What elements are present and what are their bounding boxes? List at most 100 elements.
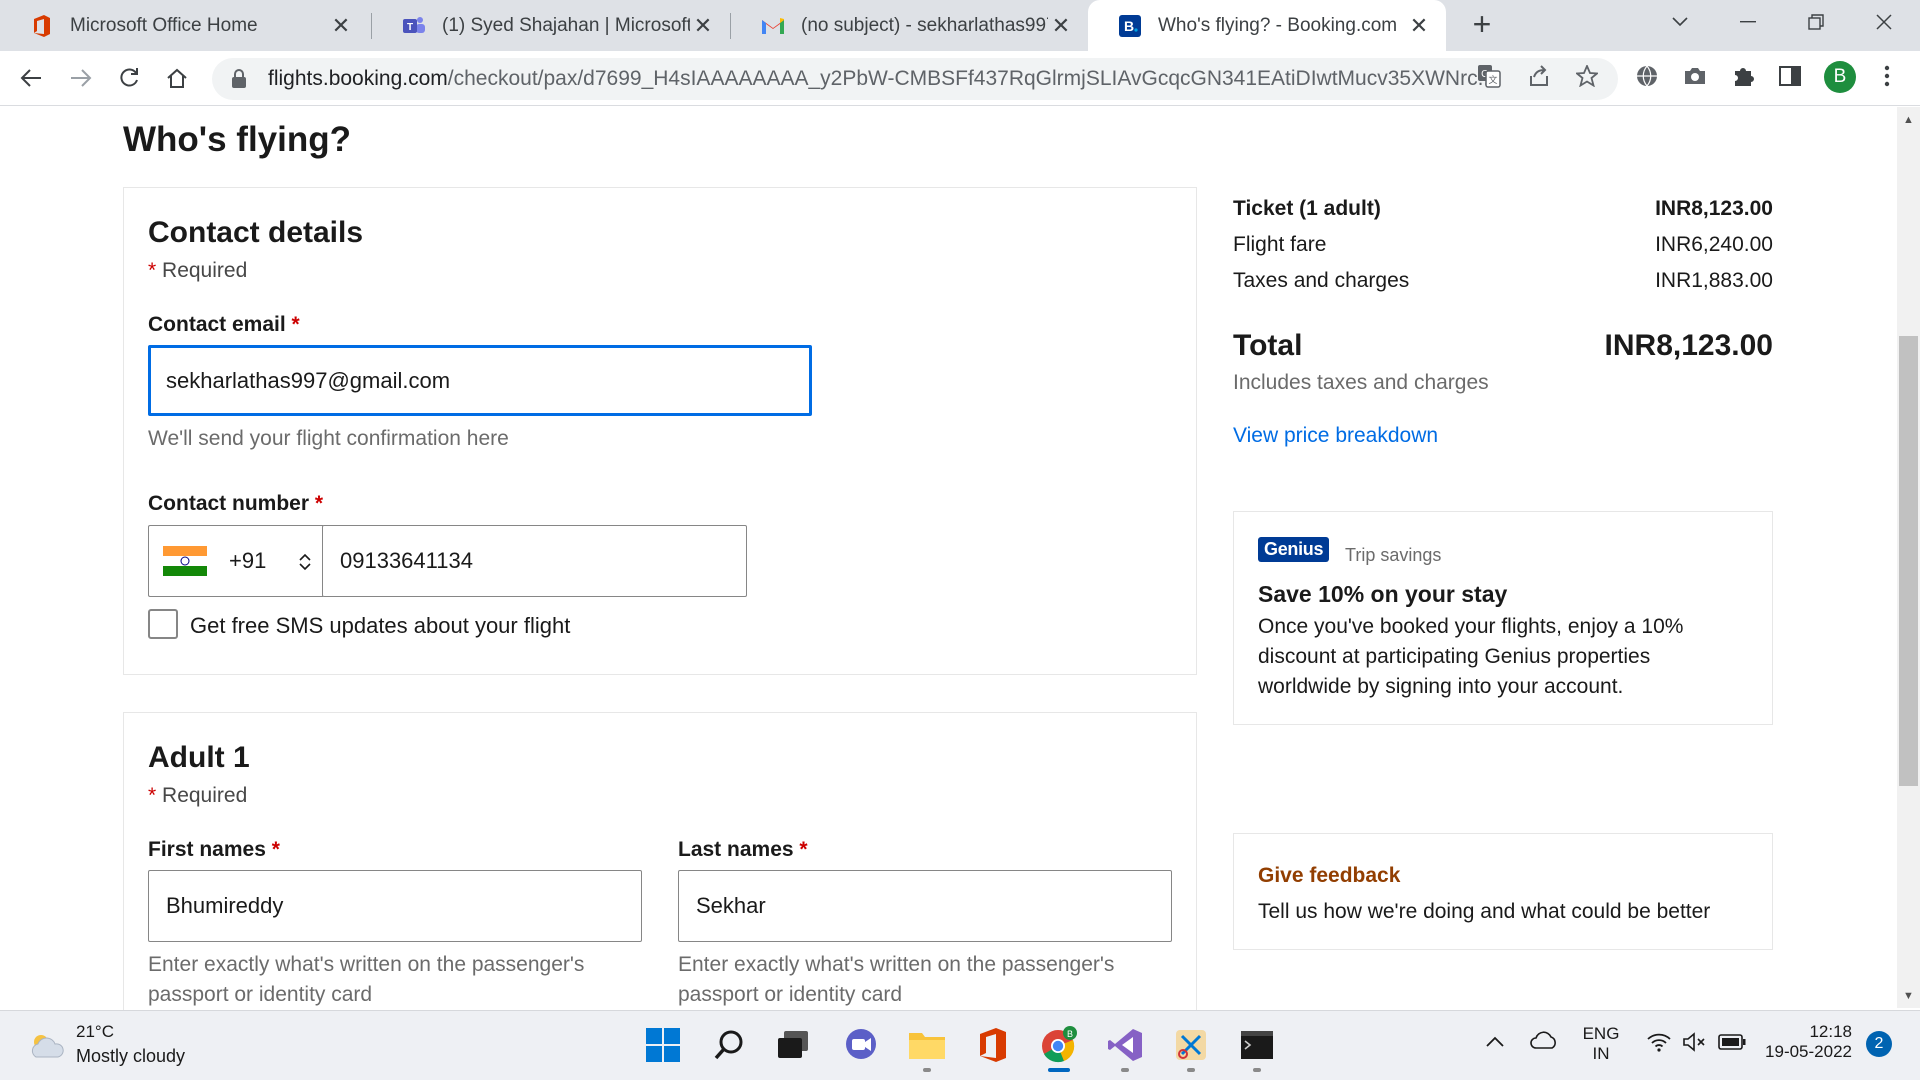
svg-text:T: T [407, 22, 413, 33]
active-indicator [1048, 1068, 1070, 1072]
office-icon [30, 14, 54, 38]
first-names-help: Enter exactly what's written on the pass… [148, 950, 584, 1010]
extensions-puzzle-icon[interactable] [1726, 59, 1760, 93]
tab-title: Who's flying? - Booking.com [1158, 14, 1398, 36]
contact-email-input[interactable]: sekharlathas997@gmail.com [148, 345, 812, 416]
file-explorer-icon[interactable] [906, 1024, 948, 1066]
last-names-input[interactable]: Sekhar [678, 870, 1172, 942]
contact-number-input[interactable]: 09133641134 [322, 525, 747, 597]
scroll-up-arrow-icon[interactable]: ▲ [1897, 110, 1920, 130]
lang-code: ENG [1582, 1024, 1620, 1043]
close-icon[interactable]: ✕ [690, 13, 716, 39]
help-line: passport or identity card [678, 983, 903, 1006]
url-path: /checkout/pax/d7699_H4sIAAAAAAAA_y2PbW-C… [447, 67, 1496, 90]
sms-updates-checkbox[interactable] [148, 609, 178, 639]
first-names-input[interactable]: Bhumireddy [148, 870, 642, 942]
ticket-label: Ticket (1 adult) [1233, 197, 1381, 220]
back-arrow-icon[interactable] [12, 59, 50, 97]
globe-extension-icon[interactable] [1630, 59, 1664, 93]
home-icon[interactable] [158, 59, 196, 97]
view-price-breakdown-link[interactable]: View price breakdown [1233, 424, 1438, 448]
teams-icon: T [402, 14, 426, 38]
side-panel-icon[interactable] [1773, 59, 1807, 93]
flight-fare-value: INR6,240.00 [1655, 233, 1773, 256]
forward-arrow-icon[interactable] [62, 59, 100, 97]
required-note: * Required [148, 259, 247, 283]
bookmark-star-icon[interactable] [1570, 59, 1604, 93]
lock-icon[interactable] [228, 69, 250, 89]
onedrive-cloud-icon[interactable] [1530, 1030, 1558, 1055]
taxes-label: Taxes and charges [1233, 269, 1410, 292]
country-code-value: +91 [229, 548, 267, 573]
help-line: passport or identity card [148, 983, 373, 1006]
close-icon[interactable]: ✕ [1406, 13, 1432, 39]
search-icon[interactable] [709, 1024, 751, 1066]
volume-muted-icon[interactable] [1682, 1032, 1708, 1057]
url-text: flights.booking.com/checkout/pax/d7699_H… [268, 67, 1602, 91]
running-indicator [1121, 1068, 1129, 1072]
reload-icon[interactable] [110, 59, 148, 97]
country-code-select[interactable]: +91 [148, 525, 323, 597]
label-text: Contact email [148, 313, 286, 336]
office-app-icon[interactable] [972, 1024, 1014, 1066]
svg-text:文: 文 [1488, 74, 1497, 86]
required-star: * [799, 838, 808, 861]
taxes-value: INR1,883.00 [1655, 269, 1773, 292]
more-menu-icon[interactable] [1870, 59, 1904, 93]
last-names-label: Last names * [678, 838, 808, 862]
restore-icon[interactable] [1788, 0, 1844, 44]
give-feedback-title[interactable]: Give feedback [1258, 864, 1400, 888]
weather-description[interactable]: Mostly cloudy [76, 1046, 185, 1067]
tab-teams[interactable]: T (1) Syed Shajahan | Microsoft Tea ✕ [372, 0, 730, 51]
genius-subtitle: Trip savings [1345, 545, 1442, 565]
india-flag-icon [163, 546, 207, 576]
booking-icon: B [1118, 14, 1142, 38]
new-tab-button[interactable]: + [1465, 8, 1499, 42]
teams-chat-icon[interactable] [840, 1024, 882, 1066]
windows-start-icon[interactable] [642, 1024, 684, 1066]
scroll-down-arrow-icon[interactable]: ▼ [1897, 986, 1920, 1006]
clock[interactable]: 12:18 19-05-2022 [1756, 1022, 1852, 1062]
running-indicator [923, 1068, 931, 1072]
total-value: INR8,123.00 [1604, 329, 1773, 362]
genius-badge: Genius [1258, 537, 1330, 562]
share-icon[interactable] [1522, 59, 1556, 93]
required-star: * [148, 784, 157, 807]
chrome-icon[interactable]: B [1038, 1024, 1080, 1066]
profile-avatar[interactable]: B [1824, 61, 1856, 93]
tab-search-chevron-icon[interactable] [1652, 0, 1708, 44]
battery-icon[interactable] [1718, 1034, 1746, 1055]
scrollbar-thumb[interactable] [1899, 336, 1918, 786]
close-icon[interactable]: ✕ [328, 13, 354, 39]
tab-office[interactable]: Microsoft Office Home ✕ [0, 0, 368, 51]
weather-temperature[interactable]: 21°C [76, 1022, 114, 1042]
camera-icon[interactable] [1678, 59, 1712, 93]
task-view-icon[interactable] [772, 1024, 814, 1066]
translate-icon[interactable]: G文 [1472, 59, 1506, 93]
minimize-icon[interactable] [1720, 0, 1776, 44]
genius-line: worldwide by signing into your account. [1258, 675, 1624, 698]
address-bar[interactable]: flights.booking.com/checkout/pax/d7699_H… [212, 58, 1618, 100]
terminal-icon[interactable] [1236, 1024, 1278, 1066]
total-note: Includes taxes and charges [1233, 371, 1489, 394]
notification-badge[interactable]: 2 [1866, 1031, 1892, 1057]
sms-updates-label[interactable]: Get free SMS updates about your flight [190, 613, 570, 639]
visual-studio-icon[interactable] [1104, 1024, 1146, 1066]
required-star: * [314, 492, 324, 515]
tab-title: (1) Syed Shajahan | Microsoft Tea [442, 14, 690, 36]
close-icon[interactable]: ✕ [1048, 13, 1074, 39]
language-indicator[interactable]: ENG IN [1580, 1024, 1622, 1064]
cloudy-weather-icon[interactable] [28, 1030, 66, 1065]
wifi-icon[interactable] [1647, 1032, 1671, 1057]
contact-number-label: Contact number * [148, 492, 323, 516]
genius-title: Save 10% on your stay [1258, 581, 1508, 607]
svg-text:B: B [1067, 1029, 1073, 1039]
close-window-icon[interactable] [1856, 0, 1912, 44]
help-line: Enter exactly what's written on the pass… [678, 953, 1115, 976]
label-text: First names [148, 838, 266, 861]
tab-booking[interactable]: B Who's flying? - Booking.com ✕ [1088, 0, 1446, 51]
show-hidden-icons-chevron-icon[interactable] [1486, 1034, 1504, 1052]
feedback-card[interactable] [1233, 833, 1773, 950]
snipping-tool-icon[interactable] [1170, 1024, 1212, 1066]
tab-gmail[interactable]: (no subject) - sekharlathas997@g ✕ [731, 0, 1088, 51]
